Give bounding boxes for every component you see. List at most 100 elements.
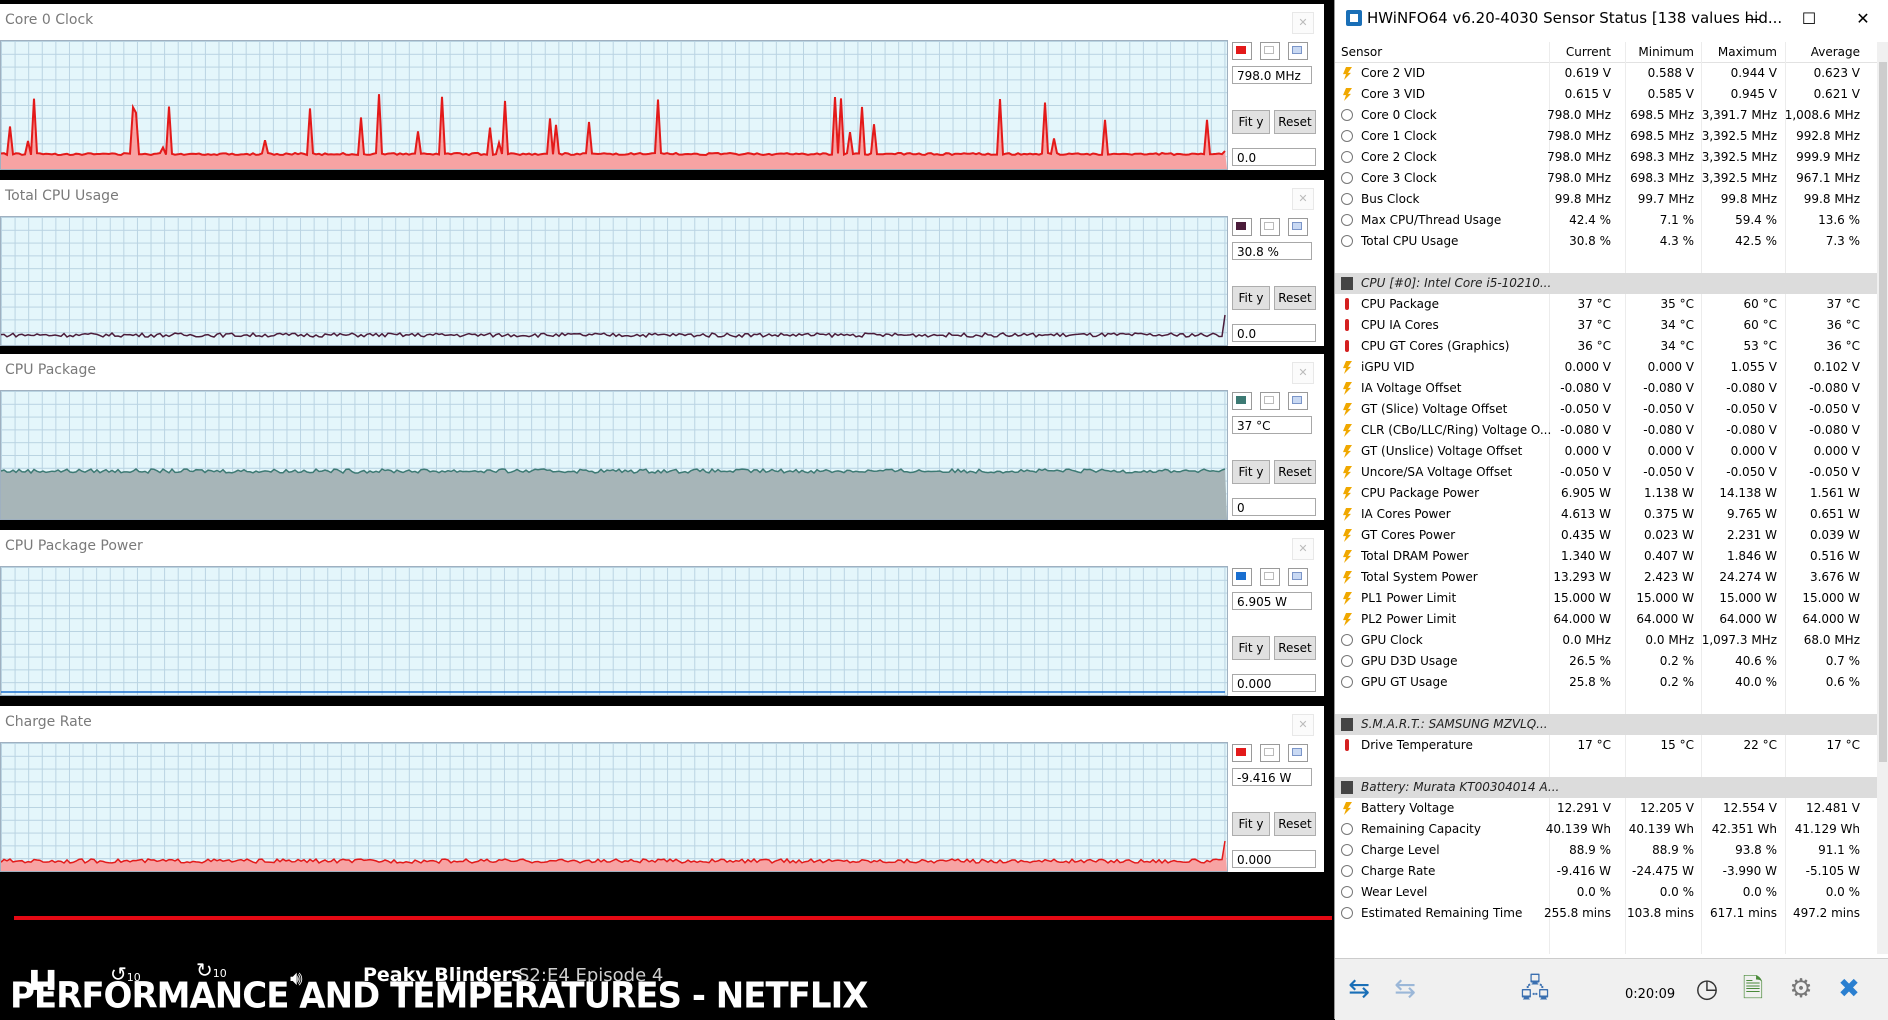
line-color-swatch[interactable]: [1232, 218, 1252, 236]
sensor-group-row[interactable]: S.M.A.R.T.: SAMSUNG MZVLQ...: [1335, 714, 1877, 735]
style-swatch[interactable]: [1288, 42, 1308, 60]
sensor-row[interactable]: Core 1 Clock 798.0 MHz 698.5 MHz 3,392.5…: [1335, 126, 1877, 147]
sensor-row[interactable]: GPU Clock 0.0 MHz 0.0 MHz 1,097.3 MHz 68…: [1335, 630, 1877, 651]
sensor-name: Battery Voltage: [1361, 801, 1455, 815]
style-swatch[interactable]: [1288, 392, 1308, 410]
exit-icon[interactable]: ✖: [1829, 969, 1869, 1009]
line-color-swatch[interactable]: [1232, 744, 1252, 762]
line-color-swatch[interactable]: [1232, 392, 1252, 410]
fill-toggle-swatch[interactable]: [1260, 744, 1280, 762]
sensor-row[interactable]: Estimated Remaining Time 255.8 mins 103.…: [1335, 903, 1877, 924]
sensor-group-row[interactable]: CPU [#0]: Intel Core i5-10210...: [1335, 273, 1877, 294]
title-bar[interactable]: HWiNFO64 v6.20-4030 Sensor Status [138 v…: [1335, 0, 1888, 38]
reset-button[interactable]: Reset: [1274, 286, 1316, 310]
style-swatch[interactable]: [1288, 744, 1308, 762]
lightning-icon: [1343, 88, 1352, 101]
graph-trace: [1, 840, 1227, 871]
sensor-group-row[interactable]: Battery: Murata KT00304014 A...: [1335, 777, 1877, 798]
sensor-row[interactable]: IA Cores Power 4.613 W 0.375 W 9.765 W 0…: [1335, 504, 1877, 525]
graph-min-value[interactable]: 0.0: [1232, 324, 1316, 342]
style-swatch[interactable]: [1288, 568, 1308, 586]
sensor-row[interactable]: IA Voltage Offset -0.080 V -0.080 V -0.0…: [1335, 378, 1877, 399]
sensor-row[interactable]: GPU GT Usage 25.8 % 0.2 % 40.0 % 0.6 %: [1335, 672, 1877, 693]
fit-y-button[interactable]: Fit y: [1232, 812, 1270, 836]
graph-min-value[interactable]: 0.0: [1232, 148, 1316, 166]
reset-button[interactable]: Reset: [1274, 110, 1316, 134]
graph-min-value[interactable]: 0: [1232, 498, 1316, 516]
sensor-row[interactable]: Charge Level 88.9 % 88.9 % 93.8 % 91.1 %: [1335, 840, 1877, 861]
sensor-row[interactable]: GT (Unslice) Voltage Offset 0.000 V 0.00…: [1335, 441, 1877, 462]
settings-gear-icon[interactable]: ⚙: [1781, 969, 1821, 1009]
sensor-row[interactable]: Wear Level 0.0 % 0.0 % 0.0 % 0.0 %: [1335, 882, 1877, 903]
reset-button[interactable]: Reset: [1274, 812, 1316, 836]
minimum-value: 0.0 MHz: [1645, 633, 1694, 647]
nav-arrows-disabled-icon[interactable]: ⇆: [1385, 969, 1425, 1009]
sensor-row[interactable]: Bus Clock 99.8 MHz 99.7 MHz 99.8 MHz 99.…: [1335, 189, 1877, 210]
fill-toggle-swatch[interactable]: [1260, 392, 1280, 410]
sensor-row[interactable]: Total System Power 13.293 W 2.423 W 24.2…: [1335, 567, 1877, 588]
col-sensor[interactable]: Sensor: [1341, 45, 1382, 59]
sensor-row[interactable]: Core 3 VID 0.615 V 0.585 V 0.945 V 0.621…: [1335, 84, 1877, 105]
sensor-row[interactable]: Drive Temperature 17 °C 15 °C 22 °C 17 °…: [1335, 735, 1877, 756]
sensor-row[interactable]: CPU IA Cores 37 °C 34 °C 60 °C 36 °C: [1335, 315, 1877, 336]
fill-toggle-swatch[interactable]: [1260, 568, 1280, 586]
reset-button[interactable]: Reset: [1274, 460, 1316, 484]
graph-close-button[interactable]: ✕: [1292, 362, 1314, 384]
sensor-row[interactable]: CLR (CBo/LLC/Ring) Voltage O... -0.080 V…: [1335, 420, 1877, 441]
sensor-row[interactable]: Remaining Capacity 40.139 Wh 40.139 Wh 4…: [1335, 819, 1877, 840]
sensor-row[interactable]: GPU D3D Usage 26.5 % 0.2 % 40.6 % 0.7 %: [1335, 651, 1877, 672]
video-progress-bar[interactable]: [14, 916, 1332, 920]
scroll-thumb[interactable]: [1879, 62, 1887, 762]
line-color-swatch[interactable]: [1232, 568, 1252, 586]
sensor-row[interactable]: Uncore/SA Voltage Offset -0.050 V -0.050…: [1335, 462, 1877, 483]
sensor-row[interactable]: GT Cores Power 0.435 W 0.023 W 2.231 W 0…: [1335, 525, 1877, 546]
sensor-row[interactable]: CPU Package 37 °C 35 °C 60 °C 37 °C: [1335, 294, 1877, 315]
sensor-row[interactable]: Core 2 Clock 798.0 MHz 698.3 MHz 3,392.5…: [1335, 147, 1877, 168]
graph-min-value[interactable]: 0.000: [1232, 850, 1316, 868]
fit-y-button[interactable]: Fit y: [1232, 460, 1270, 484]
add-report-icon[interactable]: 🗎: [1733, 969, 1773, 1009]
average-value: -0.080 V: [1809, 381, 1860, 395]
graph-min-value[interactable]: 0.000: [1232, 674, 1316, 692]
fit-y-button[interactable]: Fit y: [1232, 110, 1270, 134]
maximum-value: 0.944 V: [1730, 66, 1777, 80]
fill-toggle-swatch[interactable]: [1260, 42, 1280, 60]
col-average[interactable]: Average: [1811, 45, 1860, 59]
sensor-row[interactable]: Core 3 Clock 798.0 MHz 698.3 MHz 3,392.5…: [1335, 168, 1877, 189]
sensor-row[interactable]: GT (Slice) Voltage Offset -0.050 V -0.05…: [1335, 399, 1877, 420]
col-current[interactable]: Current: [1566, 45, 1611, 59]
sensor-row[interactable]: Core 2 VID 0.619 V 0.588 V 0.944 V 0.623…: [1335, 63, 1877, 84]
vertical-scrollbar[interactable]: [1877, 42, 1888, 954]
sensor-row[interactable]: PL2 Power Limit 64.000 W 64.000 W 64.000…: [1335, 609, 1877, 630]
current-value: 0.435 W: [1560, 528, 1611, 542]
network-icon[interactable]: 🖧: [1515, 969, 1555, 1009]
sensor-row[interactable]: Charge Rate -9.416 W -24.475 W -3.990 W …: [1335, 861, 1877, 882]
reset-button[interactable]: Reset: [1274, 636, 1316, 660]
line-color-swatch[interactable]: [1232, 42, 1252, 60]
graph-close-button[interactable]: ✕: [1292, 12, 1314, 34]
col-minimum[interactable]: Minimum: [1638, 45, 1694, 59]
clock-icon[interactable]: ◷: [1687, 969, 1727, 1009]
graph-close-button[interactable]: ✕: [1292, 188, 1314, 210]
sensor-row[interactable]: Core 0 Clock 798.0 MHz 698.5 MHz 3,391.7…: [1335, 105, 1877, 126]
fit-y-button[interactable]: Fit y: [1232, 286, 1270, 310]
close-button[interactable]: ✕: [1843, 4, 1883, 34]
sensor-row[interactable]: CPU GT Cores (Graphics) 36 °C 34 °C 53 °…: [1335, 336, 1877, 357]
sensor-row[interactable]: iGPU VID 0.000 V 0.000 V 1.055 V 0.102 V: [1335, 357, 1877, 378]
sensor-row[interactable]: PL1 Power Limit 15.000 W 15.000 W 15.000…: [1335, 588, 1877, 609]
fill-toggle-swatch[interactable]: [1260, 218, 1280, 236]
sensor-row[interactable]: Total CPU Usage 30.8 % 4.3 % 42.5 % 7.3 …: [1335, 231, 1877, 252]
maximize-button[interactable]: ☐: [1789, 4, 1829, 34]
nav-arrows-icon[interactable]: ⇆: [1339, 969, 1379, 1009]
sensor-row[interactable]: CPU Package Power 6.905 W 1.138 W 14.138…: [1335, 483, 1877, 504]
minimum-value: 0.2 %: [1659, 654, 1694, 668]
col-maximum[interactable]: Maximum: [1718, 45, 1777, 59]
sensor-row[interactable]: Max CPU/Thread Usage 42.4 % 7.1 % 59.4 %…: [1335, 210, 1877, 231]
minimize-button[interactable]: —: [1733, 4, 1773, 34]
sensor-row[interactable]: Total DRAM Power 1.340 W 0.407 W 1.846 W…: [1335, 546, 1877, 567]
style-swatch[interactable]: [1288, 218, 1308, 236]
fit-y-button[interactable]: Fit y: [1232, 636, 1270, 660]
sensor-row[interactable]: Battery Voltage 12.291 V 12.205 V 12.554…: [1335, 798, 1877, 819]
graph-close-button[interactable]: ✕: [1292, 538, 1314, 560]
graph-close-button[interactable]: ✕: [1292, 714, 1314, 736]
